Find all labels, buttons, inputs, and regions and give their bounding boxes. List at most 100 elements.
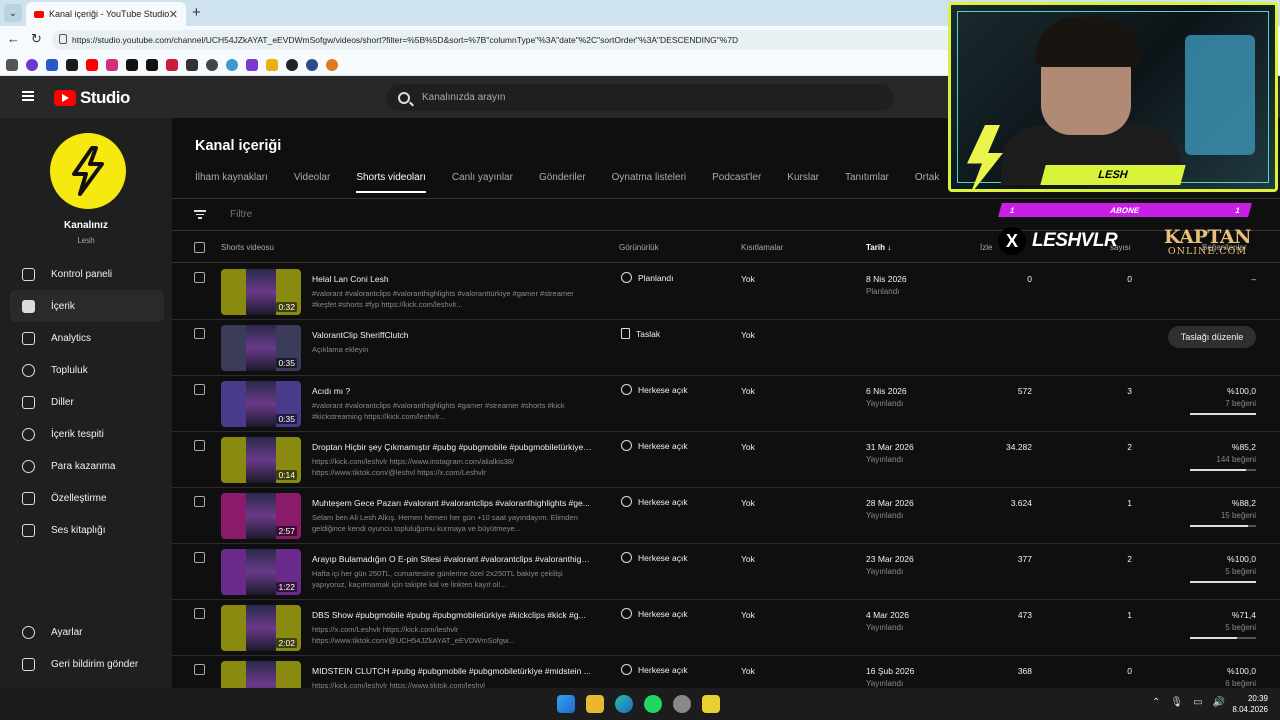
bookmark-icon[interactable] [226, 58, 238, 71]
video-title[interactable]: Helal Lan Coni Lesh [312, 274, 592, 284]
sidebar-item-content-detection[interactable]: İçerik tespiti [10, 418, 164, 450]
bookmark-icon[interactable] [286, 58, 298, 71]
tab-podcasts[interactable]: Podcast'ler [712, 172, 761, 193]
back-arrow-icon[interactable]: ← [7, 31, 20, 46]
filter-icon[interactable] [194, 208, 206, 221]
sidebar-item-customization[interactable]: Özelleştirme [10, 482, 164, 514]
table-row[interactable]: 0:35 Acıdı mı ? #valorant #valorantclips #… [172, 376, 1280, 432]
bookmark-icon[interactable] [6, 58, 18, 71]
video-thumbnail[interactable]: 0:32 [221, 269, 301, 315]
bookmark-icon[interactable] [46, 58, 58, 71]
video-thumbnail[interactable]: 0:35 [221, 381, 301, 427]
microphone-icon[interactable]: 🎙 [1170, 697, 1183, 708]
channel-avatar[interactable] [50, 133, 126, 209]
chevron-up-icon[interactable]: ⌃ [1152, 697, 1160, 708]
start-windows-icon[interactable] [557, 695, 575, 713]
studio-logo[interactable]: Studio [54, 88, 130, 108]
sidebar-item-languages[interactable]: Diller [10, 386, 164, 418]
video-thumbnail[interactable]: 2:57 [221, 493, 301, 539]
tab-shorts[interactable]: Shorts videoları [356, 172, 426, 193]
edit-draft-button[interactable]: Taslağı düzenle [1168, 326, 1256, 348]
close-tab-icon[interactable]: ✕ [169, 8, 178, 21]
video-thumbnail[interactable]: 0:14 [221, 437, 301, 483]
edge-browser-icon[interactable] [615, 695, 633, 713]
video-title[interactable]: Arayıp Bulamadığın O E-pin Sitesi #valor… [312, 554, 592, 564]
visibility-cell[interactable]: Herkese açık [621, 384, 688, 395]
filter-bar[interactable]: Filtre [194, 208, 252, 221]
file-explorer-icon[interactable] [586, 695, 604, 713]
new-tab-plus-icon[interactable]: + [192, 4, 201, 21]
table-row[interactable]: 0:14 Droptan Hiçbir şey Çıkmamıştır #pubg… [172, 432, 1280, 488]
column-header-views[interactable]: İzle [980, 243, 992, 252]
bookmark-icon[interactable] [206, 58, 218, 71]
sidebar-item-settings[interactable]: Ayarlar [10, 616, 164, 648]
sidebar-item-monetization[interactable]: Para kazanma [10, 450, 164, 482]
row-checkbox[interactable] [194, 328, 205, 339]
table-row[interactable]: 2:57 Muhteşem Gece Pazarı #valorant #valo… [172, 488, 1280, 544]
row-checkbox[interactable] [194, 608, 205, 619]
column-header-visibility[interactable]: Görünürlük [619, 243, 659, 252]
bookmark-youtube-icon[interactable] [86, 58, 98, 71]
bookmark-icon[interactable] [326, 58, 338, 71]
sidebar-item-audio-library[interactable]: Ses kitaplığı [10, 514, 164, 546]
channel-search-input[interactable]: Kanalınızda arayın [386, 84, 894, 111]
volume-icon[interactable]: 🔊 [1213, 697, 1225, 708]
bookmark-twitch-icon[interactable] [246, 58, 258, 71]
tab-posts[interactable]: Gönderiler [539, 172, 586, 193]
bookmark-icon[interactable] [66, 58, 78, 71]
video-title[interactable]: ValorantClip SheriffClutch [312, 330, 592, 340]
row-checkbox[interactable] [194, 664, 205, 675]
site-info-icon[interactable] [59, 34, 67, 44]
row-checkbox[interactable] [194, 496, 205, 507]
bookmark-x-icon[interactable] [146, 58, 158, 71]
visibility-cell[interactable]: Herkese açık [621, 440, 688, 451]
video-title[interactable]: Acıdı mı ? [312, 386, 592, 396]
obs-icon[interactable] [673, 695, 691, 713]
tab-collab[interactable]: Ortak [915, 172, 939, 193]
tab-playlists[interactable]: Oynatma listeleri [612, 172, 686, 193]
column-header-video[interactable]: Shorts videosu [221, 243, 274, 252]
column-header-date[interactable]: Tarih ↓ [866, 243, 891, 252]
table-row[interactable]: 0:35 ValorantClip SheriffClutch Açıklama e… [172, 320, 1280, 376]
bookmark-icon[interactable] [166, 58, 178, 71]
visibility-cell[interactable]: Planlandı [621, 272, 673, 283]
visibility-cell[interactable]: Taslak [621, 328, 660, 339]
tab-videos[interactable]: Videolar [294, 172, 331, 193]
tab-promotions[interactable]: Tanıtımlar [845, 172, 889, 193]
visibility-cell[interactable]: Herkese açık [621, 552, 688, 563]
video-title[interactable]: Droptan Hiçbir şey Çıkmamıştır #pubg #pu… [312, 442, 592, 452]
table-row[interactable]: 1:22 Arayıp Bulamadığın O E-pin Sitesi #v… [172, 544, 1280, 600]
sidebar-item-analytics[interactable]: Analytics [10, 322, 164, 354]
sidebar-item-dashboard[interactable]: Kontrol paneli [10, 258, 164, 290]
tab-live[interactable]: Canlı yayınlar [452, 172, 513, 193]
spotify-icon[interactable] [644, 695, 662, 713]
row-checkbox[interactable] [194, 384, 205, 395]
bookmark-instagram-icon[interactable] [106, 58, 118, 71]
visibility-cell[interactable]: Herkese açık [621, 664, 688, 675]
row-checkbox[interactable] [194, 440, 205, 451]
visibility-cell[interactable]: Herkese açık [621, 608, 688, 619]
video-thumbnail[interactable]: 0:35 [221, 325, 301, 371]
video-thumbnail[interactable]: 1:22 [221, 549, 301, 595]
browser-tab[interactable]: Kanal içeriği - YouTube Studio ✕ [26, 2, 186, 26]
select-all-checkbox[interactable] [194, 242, 205, 253]
video-title[interactable]: Muhteşem Gece Pazarı #valorant #valorant… [312, 498, 592, 508]
sidebar-item-content[interactable]: İçerik [10, 290, 164, 322]
tab-inspiration[interactable]: İlham kaynakları [195, 172, 268, 193]
bookmark-icon[interactable] [306, 58, 318, 71]
reload-icon[interactable]: ↻ [31, 31, 42, 47]
network-icon[interactable]: ▭ [1193, 697, 1202, 708]
bookmark-icon[interactable] [186, 58, 198, 71]
visibility-cell[interactable]: Herkese açık [621, 496, 688, 507]
tab-courses[interactable]: Kurslar [787, 172, 819, 193]
sidebar-item-community[interactable]: Topluluk [10, 354, 164, 386]
taskbar-clock[interactable]: 20:39 8.04.2026 [1232, 693, 1268, 715]
menu-hamburger-icon[interactable] [22, 91, 34, 101]
bookmark-icon[interactable] [26, 58, 38, 71]
table-row[interactable]: 2:02 DBS Show #pubgmobile #pubg #pubgmobi… [172, 600, 1280, 656]
video-title[interactable]: MIDSTEIN CLUTCH #pubg #pubgmobile #pubgm… [312, 666, 592, 676]
sidebar-item-feedback[interactable]: Geri bildirim gönder [10, 648, 164, 680]
row-checkbox[interactable] [194, 272, 205, 283]
bookmark-tiktok-icon[interactable] [126, 58, 138, 71]
table-row[interactable]: 0:32 Helal Lan Coni Lesh #valorant #valora… [172, 264, 1280, 320]
